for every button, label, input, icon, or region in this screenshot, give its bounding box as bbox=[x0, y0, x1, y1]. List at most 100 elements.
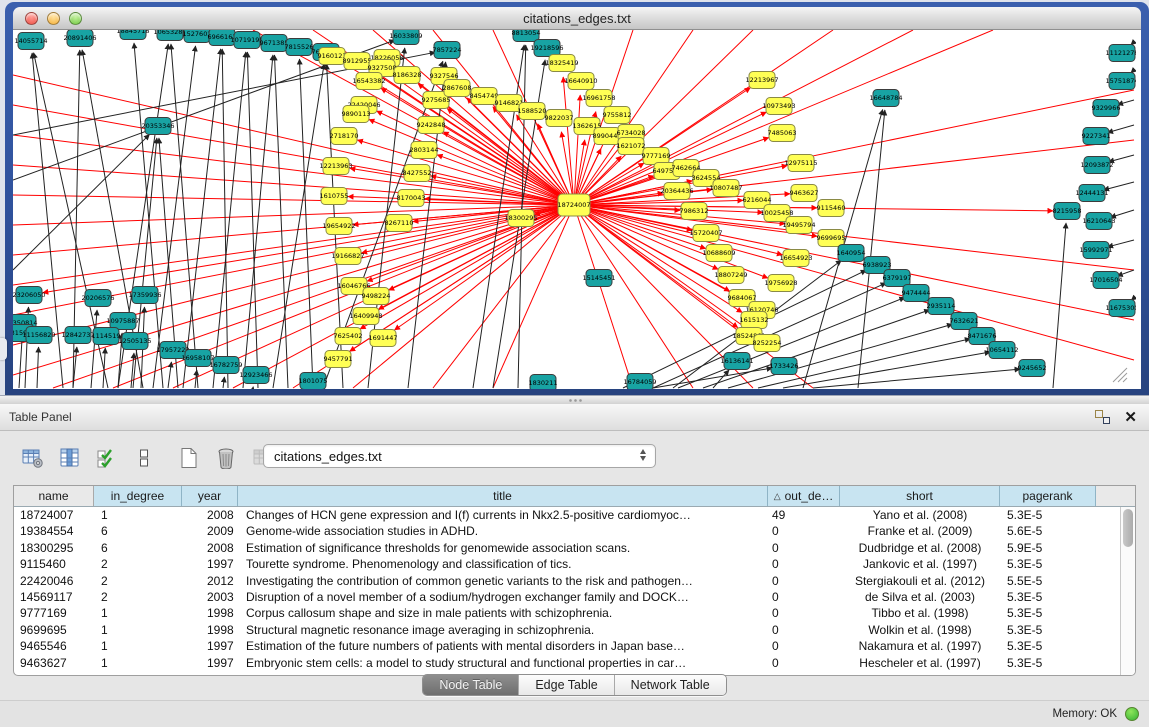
cell-name[interactable]: 18724007 bbox=[14, 507, 94, 523]
cell-name[interactable]: 9463627 bbox=[14, 655, 94, 671]
cell-out_de[interactable]: 0 bbox=[768, 589, 840, 605]
cell-short[interactable]: Wolkin et al. (1998) bbox=[840, 622, 1000, 638]
graph-node[interactable]: 1830211 bbox=[529, 375, 558, 390]
cell-year[interactable]: 2003 bbox=[182, 589, 238, 605]
cell-title[interactable]: Estimation of the future numbers of pati… bbox=[238, 638, 768, 654]
graph-node[interactable]: 16654923 bbox=[779, 250, 812, 267]
resize-grip-icon[interactable] bbox=[1123, 378, 1127, 382]
graph-node[interactable]: 16640910 bbox=[564, 73, 597, 90]
cell-in_degree[interactable]: 1 bbox=[94, 605, 182, 621]
float-panel-icon[interactable] bbox=[1095, 410, 1110, 424]
graph-node[interactable]: 11675300 bbox=[1105, 300, 1136, 317]
cell-out_de[interactable]: 0 bbox=[768, 605, 840, 621]
cell-in_degree[interactable]: 2 bbox=[94, 573, 182, 589]
graph-node[interactable]: 12842737 bbox=[61, 327, 94, 344]
graph-node[interactable]: 12213967 bbox=[745, 72, 778, 89]
column-header-short[interactable]: short bbox=[840, 486, 1000, 506]
graph-node[interactable]: 12923466 bbox=[239, 367, 272, 384]
cell-pagerank[interactable]: 5.9E-5 bbox=[1000, 540, 1096, 556]
cell-in_degree[interactable]: 1 bbox=[94, 507, 182, 523]
graph-node[interactable]: 18724007 bbox=[557, 194, 590, 216]
network-graph[interactable]: 1405571420891406188457181065328715276026… bbox=[13, 30, 1136, 389]
graph-node[interactable]: 16409948 bbox=[349, 308, 382, 325]
graph-node[interactable]: 8252254 bbox=[753, 335, 782, 352]
cell-year[interactable]: 1997 bbox=[182, 556, 238, 572]
table-settings-icon[interactable] bbox=[22, 447, 44, 469]
graph-node[interactable]: 15992971 bbox=[1079, 242, 1112, 259]
tab-edge-table[interactable]: Edge Table bbox=[519, 675, 614, 695]
cell-title[interactable]: Estimation of significance thresholds fo… bbox=[238, 540, 768, 556]
graph-node[interactable]: 8186328 bbox=[393, 67, 422, 84]
graph-node[interactable]: 19654922 bbox=[322, 218, 355, 235]
table-row[interactable]: 1938455462009Genome-wide association stu… bbox=[14, 523, 1120, 539]
graph-node[interactable]: 9699695 bbox=[817, 230, 846, 247]
graph-node[interactable]: 15145451 bbox=[582, 270, 615, 287]
column-header-title[interactable]: title bbox=[238, 486, 768, 506]
graph-node[interactable]: 12975115 bbox=[784, 155, 817, 172]
cell-pagerank[interactable]: 5.5E-5 bbox=[1000, 573, 1096, 589]
cell-name[interactable]: 9465546 bbox=[14, 638, 94, 654]
select-mode-icon[interactable] bbox=[96, 447, 118, 469]
cell-short[interactable]: Hescheler et al. (1997) bbox=[840, 655, 1000, 671]
table-row[interactable]: 946362711997Embryonic stem cells: a mode… bbox=[14, 655, 1120, 671]
graph-node[interactable]: 16782759 bbox=[209, 357, 242, 374]
graph-node[interactable]: 10973493 bbox=[762, 98, 795, 115]
horizontal-splitter[interactable] bbox=[0, 395, 1149, 404]
graph-node[interactable]: 8267110 bbox=[385, 215, 414, 232]
column-header-pagerank[interactable]: pagerank bbox=[1000, 486, 1096, 506]
graph-node[interactable]: 9755812 bbox=[603, 107, 632, 124]
cell-name[interactable]: 18300295 bbox=[14, 540, 94, 556]
cell-in_degree[interactable]: 1 bbox=[94, 622, 182, 638]
cell-year[interactable]: 2008 bbox=[182, 540, 238, 556]
cell-pagerank[interactable]: 5.3E-5 bbox=[1000, 622, 1096, 638]
cell-title[interactable]: Tourette syndrome. Phenomenology and cla… bbox=[238, 556, 768, 572]
graph-node[interactable]: 9463627 bbox=[790, 185, 819, 202]
cell-out_de[interactable]: 0 bbox=[768, 573, 840, 589]
graph-node[interactable]: 16136141 bbox=[720, 353, 753, 370]
graph-node[interactable]: 9777169 bbox=[642, 148, 671, 165]
network-window-titlebar[interactable]: citations_edges.txt bbox=[13, 7, 1141, 30]
scrollbar-thumb[interactable] bbox=[1123, 509, 1133, 547]
cell-year[interactable]: 2008 bbox=[182, 507, 238, 523]
graph-node[interactable]: 8170043 bbox=[397, 190, 426, 207]
graph-node[interactable]: 1114519 bbox=[92, 328, 121, 345]
cell-short[interactable]: Jankovic et al. (1997) bbox=[840, 556, 1000, 572]
cell-pagerank[interactable]: 5.3E-5 bbox=[1000, 638, 1096, 654]
tab-network-table[interactable]: Network Table bbox=[615, 675, 726, 695]
cell-pagerank[interactable]: 5.6E-5 bbox=[1000, 523, 1096, 539]
table-row[interactable]: 911546021997Tourette syndrome. Phenomeno… bbox=[14, 556, 1120, 572]
table-selector-dropdown[interactable]: citations_edges.txt bbox=[263, 444, 656, 468]
graph-node[interactable]: 7632621 bbox=[950, 313, 979, 330]
graph-node[interactable]: 19756928 bbox=[764, 275, 797, 292]
cell-year[interactable]: 1998 bbox=[182, 622, 238, 638]
graph-node[interactable]: 19495794 bbox=[782, 217, 815, 234]
graph-node[interactable]: 11121278 bbox=[1105, 45, 1136, 62]
cell-title[interactable]: Investigating the contribution of common… bbox=[238, 573, 768, 589]
graph-node[interactable]: 16961758 bbox=[582, 90, 615, 107]
graph-node[interactable]: 1801075 bbox=[299, 373, 328, 390]
graph-node[interactable]: 1588520 bbox=[518, 103, 547, 120]
graph-node[interactable]: 8215958 bbox=[1053, 203, 1082, 220]
cell-short[interactable]: Dudbridge et al. (2008) bbox=[840, 540, 1000, 556]
graph-node[interactable]: 16784059 bbox=[623, 374, 656, 390]
cell-out_de[interactable]: 0 bbox=[768, 540, 840, 556]
cell-out_de[interactable]: 0 bbox=[768, 556, 840, 572]
cell-out_de[interactable]: 0 bbox=[768, 638, 840, 654]
graph-node[interactable]: 20891406 bbox=[63, 30, 96, 47]
graph-node[interactable]: 2867608 bbox=[443, 80, 472, 97]
cell-short[interactable]: Nakamura et al. (1997) bbox=[840, 638, 1000, 654]
column-header-in_degree[interactable]: in_degree bbox=[94, 486, 182, 506]
graph-node[interactable]: 8427552 bbox=[403, 165, 432, 182]
graph-node[interactable]: 9227341 bbox=[1082, 128, 1111, 145]
graph-node[interactable]: 18300295 bbox=[504, 210, 537, 227]
graph-node[interactable]: 7986312 bbox=[680, 203, 709, 220]
graph-node[interactable]: 17359936 bbox=[128, 287, 161, 304]
graph-node[interactable]: 12093872 bbox=[1080, 157, 1113, 174]
graph-node[interactable]: 7857224 bbox=[433, 42, 462, 59]
cell-short[interactable]: Tibbo et al. (1998) bbox=[840, 605, 1000, 621]
cell-in_degree[interactable]: 2 bbox=[94, 589, 182, 605]
graph-node[interactable]: 18325419 bbox=[545, 55, 578, 72]
graph-node[interactable]: 15751874 bbox=[1105, 73, 1136, 90]
graph-node[interactable]: 9242848 bbox=[417, 117, 446, 134]
close-panel-icon[interactable]: ✕ bbox=[1124, 410, 1137, 425]
